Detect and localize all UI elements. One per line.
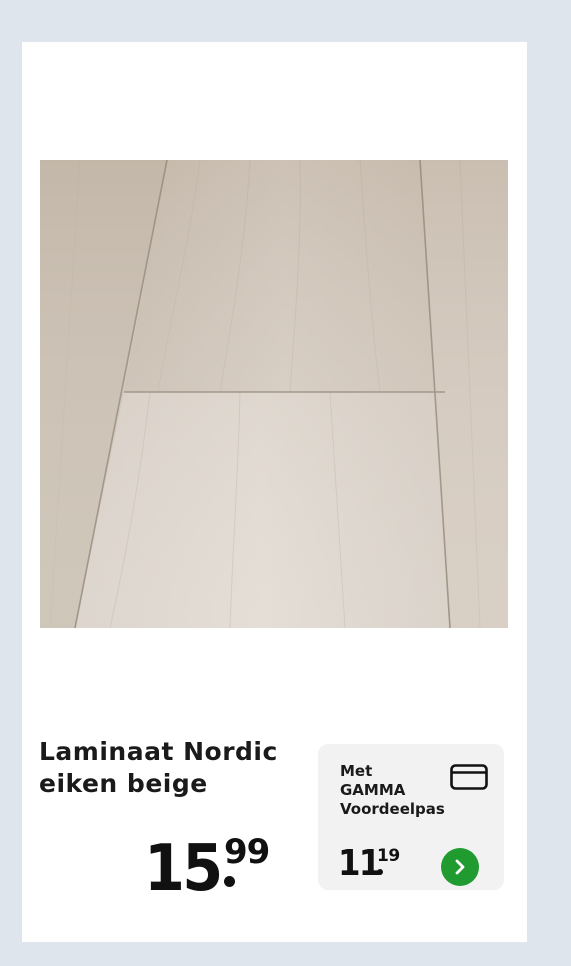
promo-price-cents: 19 — [377, 846, 400, 866]
card-icon — [450, 764, 488, 790]
gamma-voordeelpas-offer[interactable]: Met GAMMA Voordeelpas 11 19 — [318, 744, 504, 890]
price-decimal-dot — [224, 876, 235, 887]
view-offer-button[interactable] — [441, 848, 479, 886]
laminate-floor-image — [40, 160, 508, 628]
product-card[interactable]: Laminaat Nordic eiken beige 15 99 Met GA… — [22, 42, 527, 942]
chevron-right-icon — [455, 859, 465, 875]
price-cents: 99 — [224, 832, 270, 872]
product-title[interactable]: Laminaat Nordic eiken beige — [39, 736, 289, 800]
promo-price-whole: 11 — [338, 843, 381, 884]
price-whole: 15 — [144, 832, 223, 906]
promo-label-line3: Voordeelpas — [340, 800, 445, 818]
promo-label: Met GAMMA Voordeelpas — [340, 762, 445, 819]
product-image — [40, 160, 508, 628]
product-title-line1: Laminaat Nordic — [39, 737, 278, 766]
promo-label-line2: GAMMA — [340, 781, 406, 799]
promo-label-line1: Met — [340, 762, 373, 780]
product-title-line2: eiken beige — [39, 769, 208, 798]
promo-price-dot — [377, 869, 383, 875]
